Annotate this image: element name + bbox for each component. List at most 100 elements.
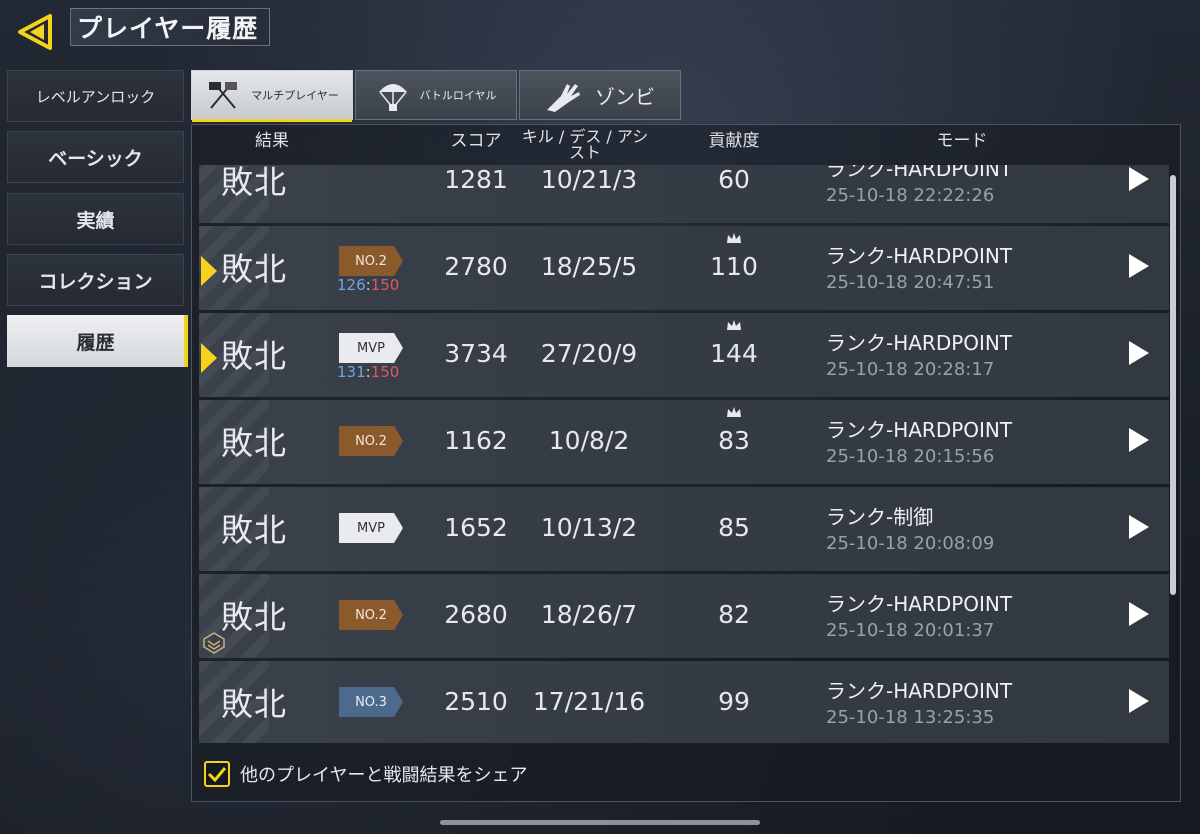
match-mode: ランク-HARDPOINT [826, 165, 1013, 181]
sidebar-item-collection[interactable]: コレクション [7, 254, 184, 306]
match-result: 敗北 [221, 685, 288, 723]
match-contribution: 85 [718, 513, 750, 542]
team-score: 131:150 [337, 363, 399, 381]
match-row[interactable]: 敗北 NO.2 126:150 2780 18/25/5 110 ランク-HAR… [199, 226, 1169, 310]
column-header-score: スコア [450, 131, 502, 151]
match-mode: ランク-制御 [826, 505, 934, 529]
match-datetime: 25-10-18 20:01:37 [826, 620, 995, 641]
column-header-result: 結果 [255, 131, 289, 151]
match-list[interactable]: 敗北 1281 10/21/3 60 ランク-HARDPOINT 25-10-1… [199, 165, 1169, 743]
match-row[interactable]: 敗北 MVP 131:150 3734 27/20/9 144 ランク-HARD… [199, 313, 1169, 397]
rank-badge: NO.3 [339, 687, 403, 717]
match-result: 敗北 [221, 424, 288, 462]
match-result: 敗北 [221, 598, 288, 636]
match-result: 敗北 [221, 337, 288, 375]
tab-battle-royale-label: バトルロイヤル [419, 89, 497, 102]
column-header-kda: キル / デス / アシスト [521, 127, 649, 162]
match-contribution: 83 [718, 426, 750, 455]
match-contribution: 60 [718, 165, 750, 194]
match-mode: ランク-HARDPOINT [826, 592, 1013, 616]
match-datetime: 25-10-18 20:15:56 [826, 446, 995, 467]
match-contribution: 99 [718, 687, 750, 716]
share-option[interactable]: 他のプレイヤーと戦闘結果をシェア [204, 761, 527, 787]
tab-multiplayer-label: マルチプレイヤー [251, 89, 339, 102]
match-datetime: 25-10-18 20:47:51 [826, 272, 995, 293]
mvp-badge: MVP [339, 333, 403, 363]
page-title: プレイヤー履歴 [70, 8, 270, 46]
match-mode: ランク-HARDPOINT [826, 679, 1013, 703]
sidebar-item-achievements[interactable]: 実績 [7, 193, 184, 245]
play-arrow-icon[interactable] [1129, 689, 1149, 713]
match-kda: 27/20/9 [540, 339, 638, 368]
match-kda: 17/21/16 [532, 687, 646, 716]
team-score-red: 150 [370, 276, 400, 294]
home-indicator[interactable] [440, 820, 760, 825]
match-datetime: 25-10-18 20:28:17 [826, 359, 995, 380]
match-row[interactable]: 敗北 1281 10/21/3 60 ランク-HARDPOINT 25-10-1… [199, 165, 1169, 223]
scrollbar[interactable] [1170, 175, 1176, 595]
match-kda: 10/21/3 [540, 165, 638, 194]
play-arrow-icon[interactable] [1129, 254, 1149, 278]
crown-icon [727, 407, 741, 417]
match-score: 2780 [444, 252, 508, 281]
match-kda: 18/26/7 [540, 600, 638, 629]
match-datetime: 25-10-18 13:25:35 [826, 707, 995, 728]
zombie-hand-icon [547, 84, 580, 112]
team-score: 126:150 [337, 276, 399, 294]
match-kda: 18/25/5 [540, 252, 638, 281]
match-row[interactable]: 敗北 MVP 1652 10/13/2 85 ランク-制御 25-10-18 2… [199, 487, 1169, 571]
crown-icon [727, 233, 741, 243]
sidebar-item-level-unlock[interactable]: レベルアンロック [7, 70, 184, 122]
play-arrow-icon[interactable] [1129, 428, 1149, 452]
match-score: 1281 [444, 165, 508, 194]
history-panel: 結果 スコア キル / デス / アシスト 貢献度 モード 敗北 1281 10… [191, 124, 1181, 802]
match-result: 敗北 [221, 511, 288, 549]
crossed-flags-icon [209, 82, 238, 109]
match-contribution: 82 [718, 600, 750, 629]
mvp-badge: MVP [339, 513, 403, 543]
match-mode: ランク-HARDPOINT [826, 331, 1013, 355]
team-score-blue: 131 [337, 363, 366, 381]
column-header-mode: モード [936, 131, 988, 151]
rank-badge: NO.2 [339, 600, 403, 630]
match-score: 1652 [444, 513, 508, 542]
tab-battle-royale[interactable]: バトルロイヤル [355, 70, 517, 120]
match-score: 2510 [444, 687, 508, 716]
match-score: 1162 [444, 426, 508, 455]
match-mode: ランク-HARDPOINT [826, 244, 1013, 268]
match-kda: 10/13/2 [540, 513, 638, 542]
match-result: 敗北 [221, 250, 288, 288]
highlight-marker-icon [201, 343, 217, 373]
tab-multiplayer[interactable]: マルチプレイヤー [191, 70, 353, 122]
play-arrow-icon[interactable] [1129, 515, 1149, 539]
parachute-icon [378, 84, 407, 111]
back-button[interactable] [14, 10, 58, 54]
match-datetime: 25-10-18 22:22:26 [826, 185, 995, 206]
play-arrow-icon[interactable] [1129, 167, 1149, 191]
match-datetime: 25-10-18 20:08:09 [826, 533, 995, 554]
share-label: 他のプレイヤーと戦闘結果をシェア [240, 765, 528, 786]
match-row[interactable]: 敗北 NO.2 1162 10/8/2 83 ランク-HARDPOINT 25-… [199, 400, 1169, 484]
match-row[interactable]: 敗北 NO.3 2510 17/21/16 99 ランク-HARDPOINT 2… [199, 661, 1169, 743]
team-score-blue: 126 [337, 276, 366, 294]
sidebar-item-basic[interactable]: ベーシック [7, 131, 184, 183]
match-result: 敗北 [221, 165, 288, 201]
match-row[interactable]: 敗北 NO.2 2680 18/26/7 82 ランク-HARDPOINT 25… [199, 574, 1169, 658]
sidebar-item-history[interactable]: 履歴 [7, 315, 188, 367]
share-checkbox[interactable] [204, 761, 230, 787]
match-score: 2680 [444, 600, 508, 629]
tab-zombies[interactable]: ゾンビ [519, 70, 681, 120]
back-arrow-icon [18, 14, 52, 50]
match-contribution: 144 [710, 339, 758, 368]
play-arrow-icon[interactable] [1129, 341, 1149, 365]
match-mode: ランク-HARDPOINT [826, 418, 1013, 442]
rank-badge: NO.2 [339, 246, 403, 276]
crown-icon [727, 320, 741, 330]
checkmark-icon [207, 767, 227, 782]
ranked-emblem-icon [203, 632, 225, 654]
column-header-contribution: 貢献度 [708, 131, 760, 151]
play-arrow-icon[interactable] [1129, 602, 1149, 626]
match-contribution: 110 [710, 252, 758, 281]
match-score: 3734 [444, 339, 508, 368]
team-score-red: 150 [370, 363, 400, 381]
